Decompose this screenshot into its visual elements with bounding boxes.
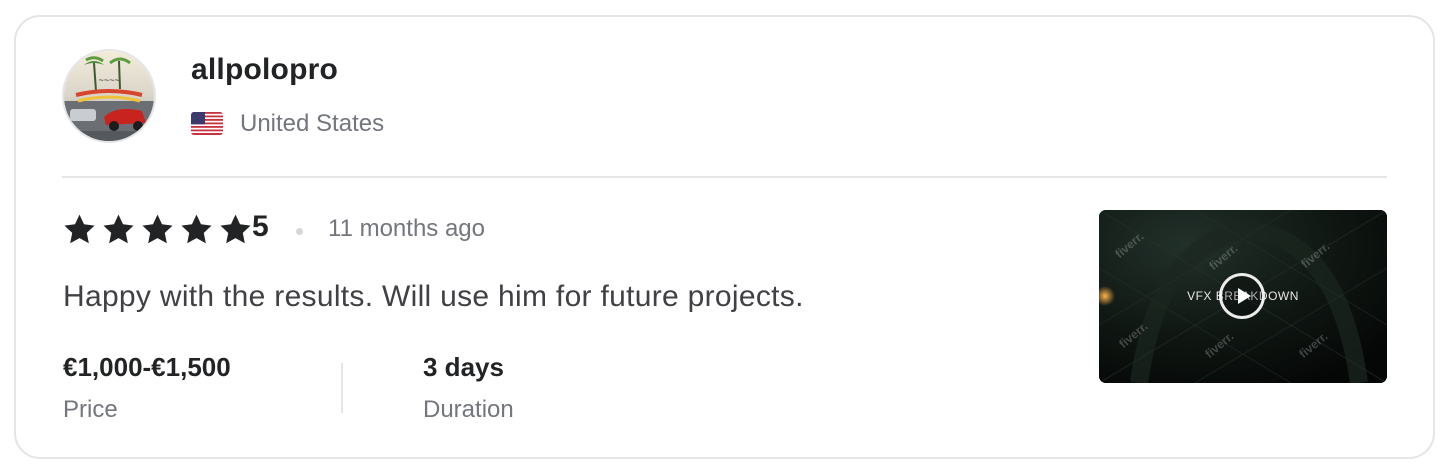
review-time-ago: 11 months ago (328, 215, 485, 242)
price-label: Price (63, 396, 118, 423)
reviewer-username[interactable]: allpolopro (191, 53, 338, 87)
star-icon (64, 214, 95, 243)
play-icon[interactable] (1219, 273, 1265, 319)
separator-dot (296, 228, 303, 235)
video-thumbnail[interactable]: fiverr. fiverr. fiverr. fiverr. fiverr. … (1099, 210, 1387, 383)
duration-label: Duration (423, 396, 514, 423)
us-flag-icon (191, 112, 223, 135)
section-divider (62, 176, 1387, 178)
star-icon (220, 214, 251, 243)
star-rating (62, 211, 253, 247)
duration-value: 3 days (423, 352, 504, 382)
price-value: €1,000-€1,500 (63, 352, 231, 382)
rating-value: 5 (252, 210, 269, 243)
review-text: Happy with the results. Will use him for… (63, 280, 804, 313)
reviewer-avatar[interactable]: ~~~~ (62, 49, 156, 143)
star-icon (103, 214, 134, 243)
reviewer-country: United States (240, 110, 385, 137)
details-divider (341, 363, 343, 413)
svg-text:~~~~: ~~~~ (98, 75, 119, 85)
avatar-image: ~~~~ (64, 51, 154, 141)
star-icon (181, 214, 212, 243)
star-icon (142, 214, 173, 243)
